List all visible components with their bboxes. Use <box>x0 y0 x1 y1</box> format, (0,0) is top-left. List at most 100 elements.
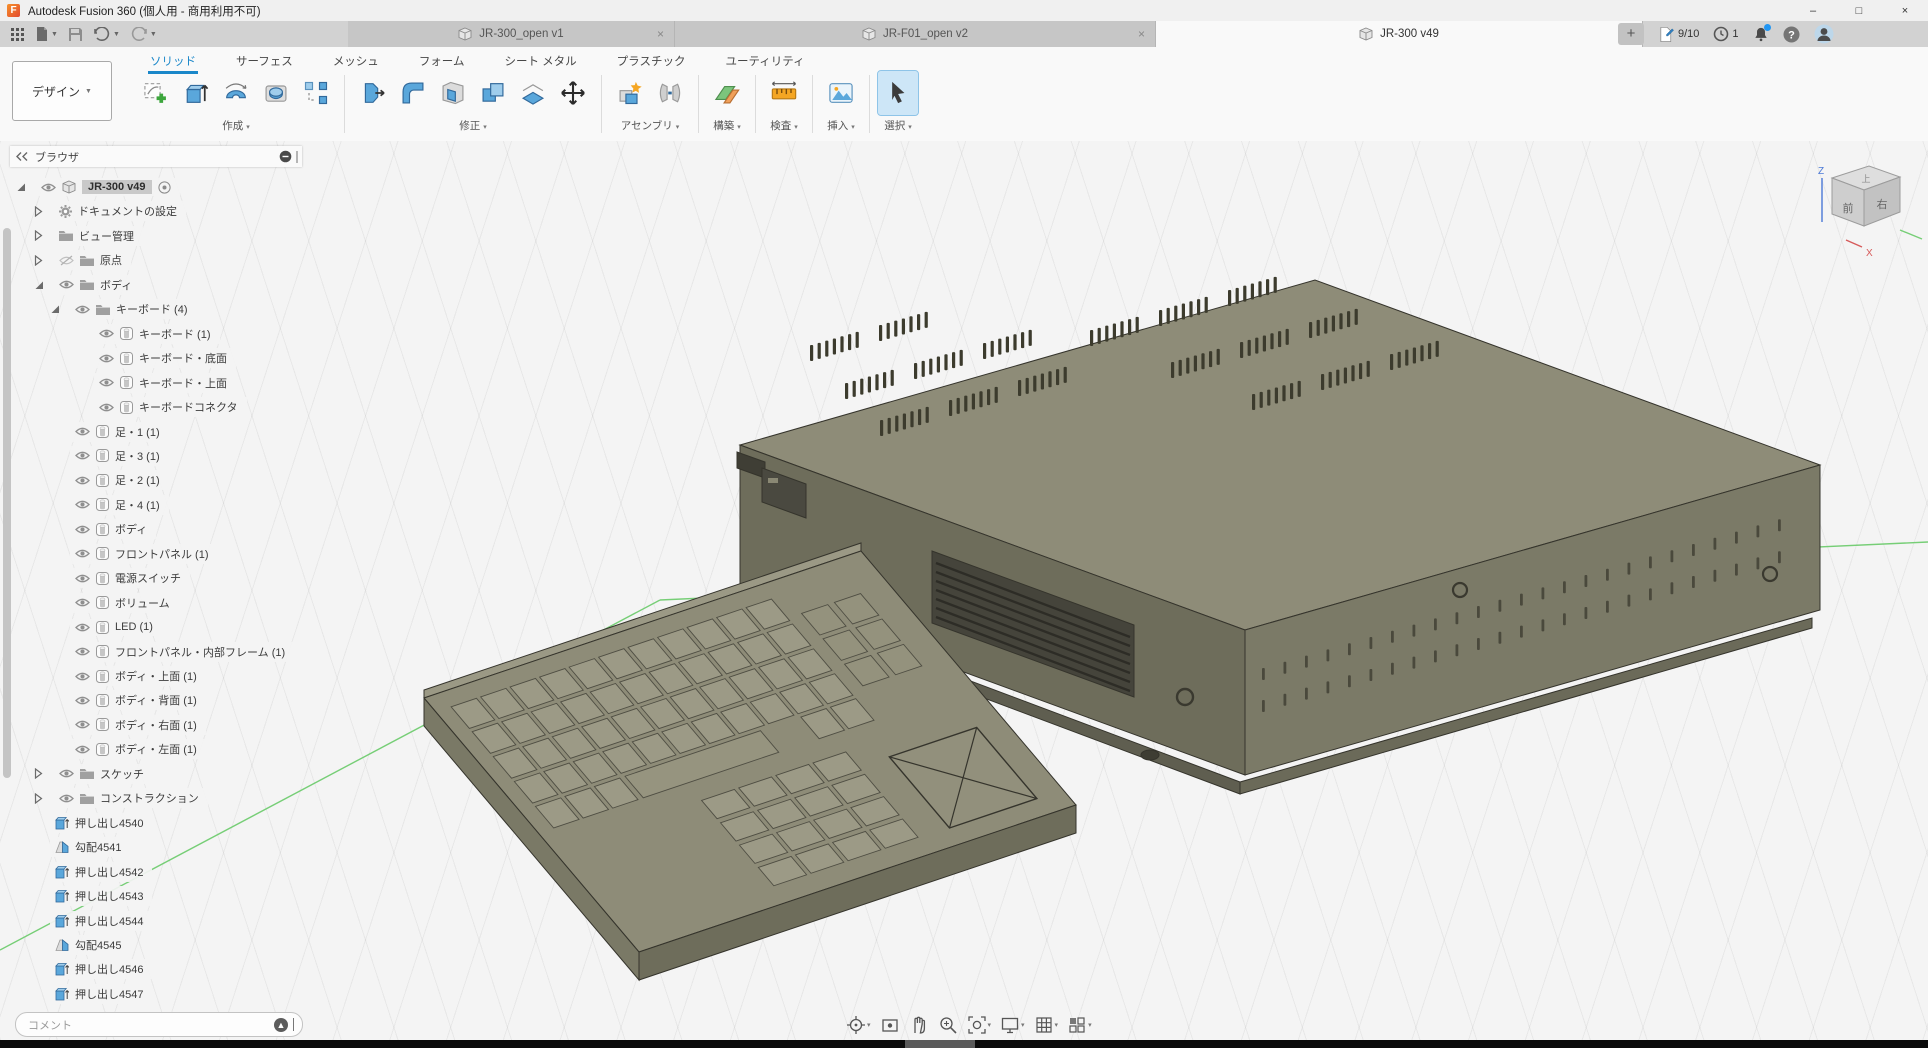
visibility-eye-icon[interactable] <box>75 450 90 461</box>
insert-tool[interactable] <box>821 71 861 115</box>
document-tab[interactable]: JR-F01_open v2 × <box>675 21 1156 47</box>
edit-quota[interactable]: 9/10 <box>1658 26 1699 43</box>
redo-icon[interactable]: ▼ <box>130 27 157 41</box>
visibility-eye-icon[interactable] <box>75 719 90 730</box>
browser-row[interactable]: ビュー管理 <box>0 225 143 247</box>
expand-triangle-icon[interactable] <box>34 206 46 217</box>
visibility-eye-icon[interactable] <box>75 744 90 755</box>
job-status[interactable]: 1 <box>1713 26 1738 42</box>
new-component-tool[interactable] <box>610 71 650 115</box>
ribbon-group-label[interactable]: 検査 ▾ <box>764 115 804 137</box>
visibility-eye-icon[interactable] <box>75 304 90 315</box>
visibility-eye-icon[interactable] <box>59 279 74 290</box>
fit-tool[interactable]: ▾ <box>967 1015 992 1035</box>
notifications-bell[interactable] <box>1753 26 1769 43</box>
visibility-eye-icon[interactable] <box>75 671 90 682</box>
grid-settings-tool[interactable]: ▾ <box>1034 1015 1059 1035</box>
browser-row[interactable]: 原点 <box>0 249 131 271</box>
ribbon-tab[interactable]: フォーム <box>417 51 467 73</box>
close-button[interactable]: × <box>1882 1 1928 21</box>
browser-panel-header[interactable]: ブラウザ <box>10 146 302 167</box>
file-menu-icon[interactable]: ▼ <box>35 26 58 42</box>
visibility-eye-icon[interactable] <box>75 695 90 706</box>
visibility-eye-icon[interactable] <box>75 622 90 633</box>
visibility-eye-icon[interactable] <box>75 475 90 486</box>
feature-row[interactable]: 勾配4541 <box>0 836 130 858</box>
browser-scrollbar[interactable] <box>3 228 11 778</box>
browser-row[interactable]: キーボード (1) <box>0 323 220 345</box>
pan-tool[interactable] <box>909 1015 929 1035</box>
browser-row[interactable]: ボディ・上面 (1) <box>0 665 206 687</box>
browser-row[interactable]: ボディ・背面 (1) <box>0 689 206 711</box>
visibility-eye-icon[interactable] <box>75 646 90 657</box>
browser-row[interactable]: ボディ <box>0 518 156 540</box>
browser-row[interactable]: キーボード・底面 <box>0 347 236 369</box>
ribbon-tab[interactable]: シート メタル <box>502 51 578 73</box>
visibility-eye-icon[interactable] <box>75 573 90 584</box>
visibility-eye-icon[interactable] <box>99 402 114 413</box>
offset-face-tool[interactable] <box>513 71 553 115</box>
feature-row[interactable]: 勾配4545 <box>0 934 130 956</box>
ribbon-group-label[interactable]: 作成 ▾ <box>136 115 336 137</box>
browser-row[interactable]: ボディ・右面 (1) <box>0 714 206 736</box>
visibility-eye-icon[interactable] <box>75 426 90 437</box>
measure-tool[interactable] <box>764 71 804 115</box>
joint-tool[interactable] <box>650 71 690 115</box>
expand-triangle-icon[interactable] <box>34 768 46 779</box>
visibility-eye-icon[interactable] <box>75 597 90 608</box>
browser-row[interactable]: フロントパネル (1) <box>0 543 218 565</box>
browser-row[interactable]: ボディ <box>0 274 141 296</box>
ribbon-tab[interactable]: メッシュ <box>331 51 381 73</box>
visibility-eye-icon[interactable] <box>41 182 56 193</box>
collapse-panel-icon[interactable] <box>16 152 28 161</box>
visibility-eye-icon[interactable] <box>75 548 90 559</box>
fillet-tool[interactable] <box>393 71 433 115</box>
shell-tool[interactable] <box>433 71 473 115</box>
combine-tool[interactable] <box>473 71 513 115</box>
browser-row[interactable]: 電源スイッチ <box>0 567 190 589</box>
ribbon-group-label[interactable]: 選択 ▾ <box>878 115 918 137</box>
browser-row[interactable]: LED (1) <box>0 616 162 638</box>
browser-row[interactable]: キーボード (4) <box>0 298 197 320</box>
visibility-eye-icon[interactable] <box>99 353 114 364</box>
hole-tool[interactable] <box>256 71 296 115</box>
browser-row[interactable]: スケッチ <box>0 763 153 785</box>
collapse-triangle-icon[interactable] <box>50 304 62 314</box>
collapse-triangle-icon[interactable] <box>34 280 46 290</box>
comment-send-icon[interactable]: ▲ <box>274 1018 288 1032</box>
ribbon-group-label[interactable]: 構築 ▾ <box>707 115 747 137</box>
orbit-tool[interactable]: ▾ <box>846 1015 871 1035</box>
look-at-tool[interactable] <box>880 1015 900 1035</box>
maximize-button[interactable]: □ <box>1836 1 1882 21</box>
feature-row[interactable]: 押し出し4543 <box>0 885 152 907</box>
ribbon-tab[interactable]: プラスチック <box>615 51 688 73</box>
feature-row[interactable]: 押し出し4542 <box>0 861 152 883</box>
close-tab-icon[interactable]: × <box>657 27 664 41</box>
ribbon-group-label[interactable]: 修正 ▾ <box>353 115 593 137</box>
visibility-eye-off-icon[interactable] <box>59 255 74 266</box>
collapse-triangle-icon[interactable] <box>16 182 28 192</box>
feature-row[interactable]: 押し出し4540 <box>0 812 152 834</box>
workspace-selector[interactable]: デザイン ▼ <box>12 61 112 121</box>
ribbon-tab[interactable]: ユーティリティ <box>723 51 806 73</box>
expand-triangle-icon[interactable] <box>34 255 46 266</box>
expand-triangle-icon[interactable] <box>34 793 46 804</box>
browser-row[interactable]: ドキュメントの設定 <box>0 200 186 222</box>
expand-triangle-icon[interactable] <box>34 230 46 241</box>
construction-plane-tool[interactable] <box>707 71 747 115</box>
browser-row[interactable]: キーボードコネクタ <box>0 396 247 418</box>
browser-row[interactable]: フロントパネル・内部フレーム (1) <box>0 641 294 663</box>
visibility-eye-icon[interactable] <box>59 793 74 804</box>
panel-grip[interactable] <box>296 151 298 163</box>
help-button[interactable]: ? <box>1783 26 1800 43</box>
visibility-eye-icon[interactable] <box>75 524 90 535</box>
visibility-eye-icon[interactable] <box>75 499 90 510</box>
press-pull-tool[interactable] <box>353 71 393 115</box>
feature-row[interactable]: 押し出し4547 <box>0 983 152 1005</box>
app-grid-icon[interactable] <box>10 27 25 42</box>
comment-bar[interactable]: コメント ▲ <box>15 1012 303 1037</box>
browser-row[interactable]: ボリューム <box>0 592 179 614</box>
avatar[interactable] <box>1814 24 1834 44</box>
ribbon-tab[interactable]: サーフェス <box>234 51 295 73</box>
move-tool[interactable] <box>553 71 593 115</box>
